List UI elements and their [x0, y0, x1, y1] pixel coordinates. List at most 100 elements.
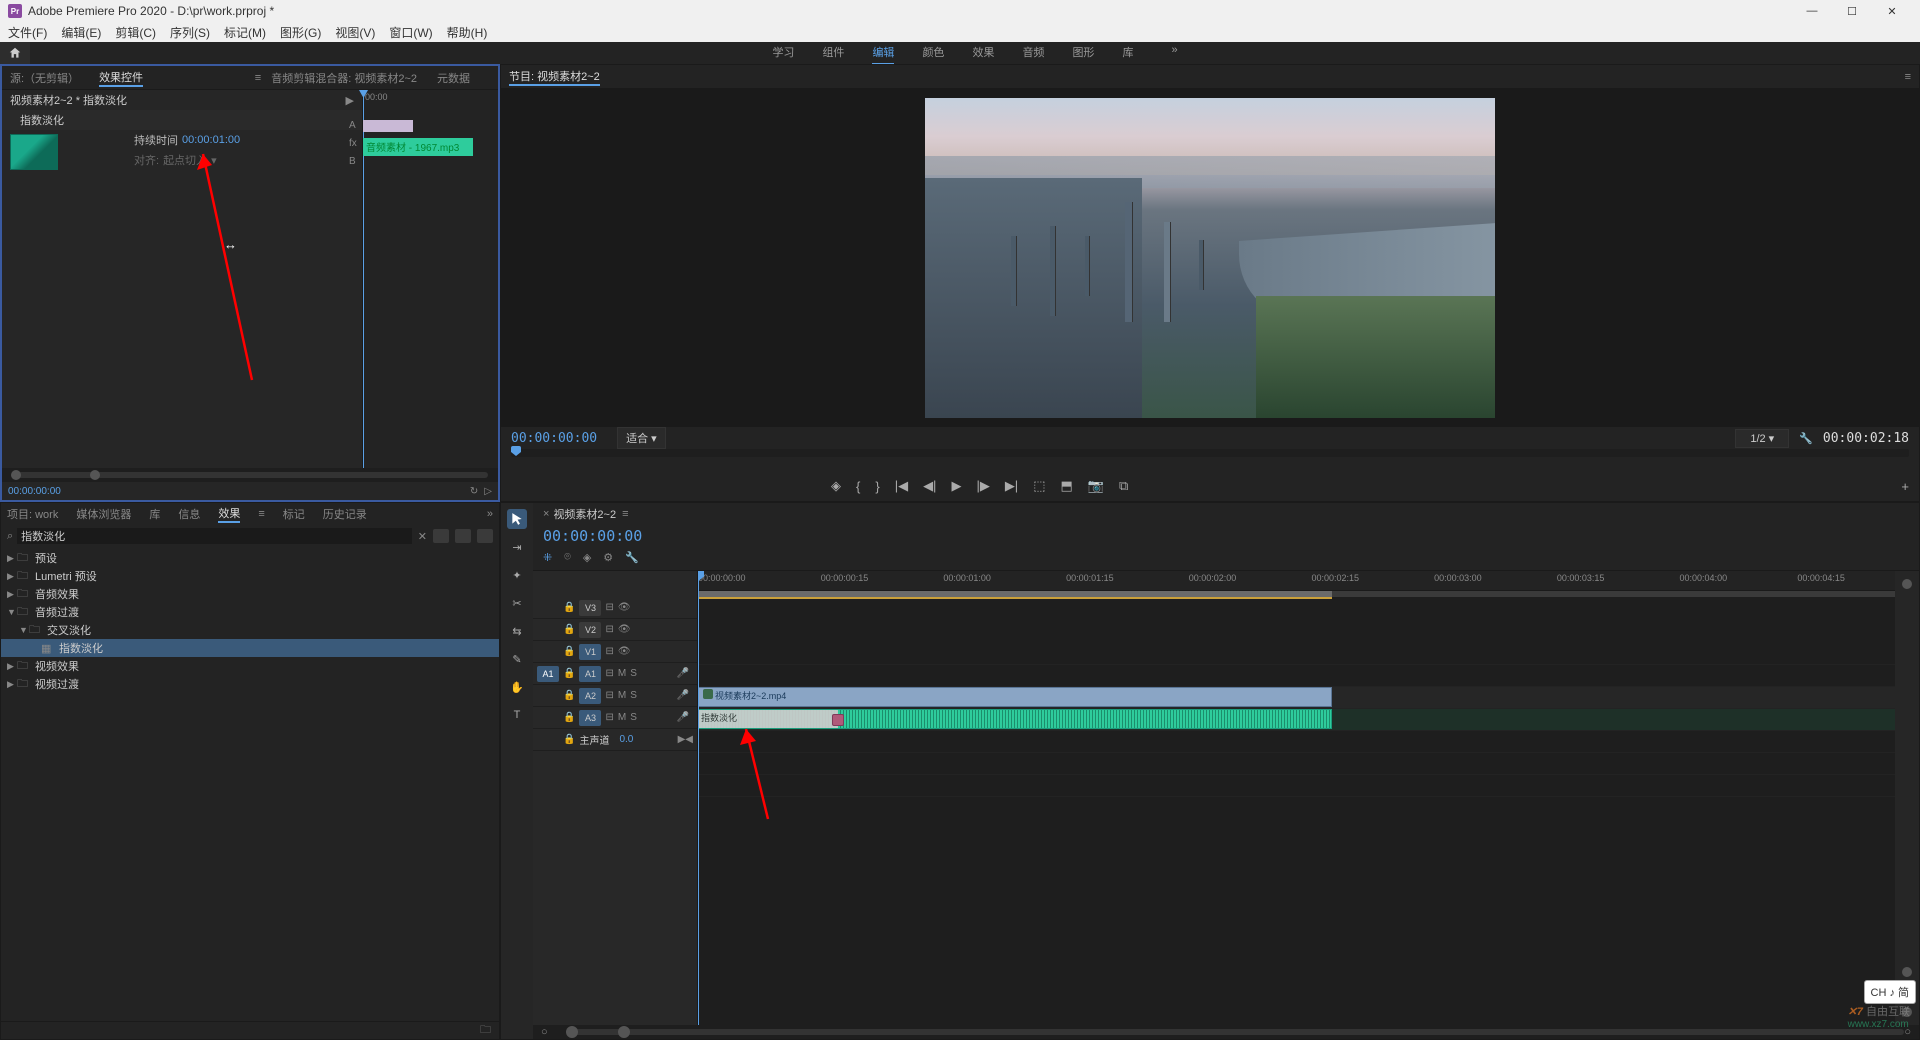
tree-item-视频效果[interactable]: ▶🗀视频效果	[1, 657, 499, 675]
tab-menu-icon[interactable]: ≡	[255, 72, 261, 84]
program-menu-icon[interactable]: ≡	[1905, 71, 1911, 83]
program-viewport[interactable]	[501, 89, 1919, 427]
pen-tool-icon[interactable]: ✎	[507, 649, 527, 669]
ec-loop-icon[interactable]: ↻	[470, 486, 478, 497]
extract-icon[interactable]: ⬒	[1060, 478, 1072, 494]
program-timecode[interactable]: 00:00:00:00	[511, 431, 597, 446]
ws-graphics[interactable]: 图形	[1072, 41, 1094, 65]
mark-out-icon[interactable]: }	[875, 479, 879, 494]
v-zoom-handle-icon[interactable]	[1902, 579, 1912, 589]
track-v3-header[interactable]: 🔒V3⊟👁	[533, 597, 697, 619]
export-frame-icon[interactable]: 📷	[1088, 478, 1104, 494]
hand-tool-icon[interactable]: ✋	[507, 677, 527, 697]
program-resolution-dropdown[interactable]: 1/2 ▾	[1735, 429, 1789, 448]
v-zoom-handle4-icon[interactable]	[1902, 1007, 1912, 1017]
tab-markers[interactable]: 标记	[283, 506, 305, 522]
marker-tool-icon[interactable]: ◈	[583, 551, 591, 564]
step-back-icon[interactable]: ◀|	[923, 478, 936, 494]
track-a2-lane[interactable]	[698, 731, 1895, 753]
track-a1-lane[interactable]: 指数淡化	[698, 709, 1895, 731]
tree-item-视频过渡[interactable]: ▶🗀视频过渡	[1, 675, 499, 693]
tab-libraries[interactable]: 库	[149, 506, 160, 522]
tree-item-音频效果[interactable]: ▶🗀音频效果	[1, 585, 499, 603]
track-select-tool-icon[interactable]: ⇥	[507, 537, 527, 557]
track-v1-lane[interactable]: 视频素材2~2.mp4	[698, 687, 1895, 709]
ws-editing[interactable]: 编辑	[872, 41, 894, 65]
fx-badge-2-icon[interactable]	[455, 529, 471, 543]
track-a3-header[interactable]: 🔒A3⊟MS🎤	[533, 707, 697, 729]
sequence-tab[interactable]: 视频素材2~2	[553, 506, 616, 522]
tab-project[interactable]: 项目: work	[7, 506, 58, 522]
align-dropdown-icon[interactable]: ▾	[211, 154, 217, 167]
track-master-lane[interactable]	[698, 775, 1895, 797]
home-button[interactable]	[0, 42, 30, 64]
new-bin-icon[interactable]: 🗀	[480, 1021, 491, 1040]
razor-tool-icon[interactable]: ✂	[507, 593, 527, 613]
program-scrubber[interactable]	[511, 449, 1909, 457]
tl-zoom-in-icon[interactable]: ○	[1904, 1026, 1911, 1038]
menu-window[interactable]: 窗口(W)	[389, 24, 432, 41]
clear-search-icon[interactable]: ✕	[418, 530, 427, 543]
program-tab[interactable]: 节目: 视频素材2~2	[509, 68, 600, 86]
track-a1-header[interactable]: A1🔒A1⊟MS🎤	[533, 663, 697, 685]
tab-effect-controls[interactable]: 效果控件	[99, 69, 143, 87]
v-zoom-handle3-icon[interactable]	[1902, 987, 1912, 997]
ec-zoom-slider[interactable]	[2, 468, 498, 482]
ripple-tool-icon[interactable]: ✦	[507, 565, 527, 585]
selection-tool-icon[interactable]	[507, 509, 527, 529]
tab-audio-mixer[interactable]: 音频剪辑混合器: 视频素材2~2	[271, 70, 417, 86]
track-master-header[interactable]: 🔒主声道0.0▶◀	[533, 729, 697, 751]
timeline-playhead[interactable]	[698, 571, 699, 1025]
add-button-icon[interactable]: +	[1901, 479, 1909, 494]
settings-icon[interactable]: ⚙	[603, 551, 613, 564]
tree-item-Lumetri 预设[interactable]: ▶🗀Lumetri 预设	[1, 567, 499, 585]
track-v3-lane[interactable]	[698, 643, 1895, 665]
ws-more-button[interactable]: »	[1171, 41, 1177, 65]
menu-graphics[interactable]: 图形(G)	[280, 24, 321, 41]
tl-h-zoom-slider[interactable]	[568, 1029, 1905, 1035]
ws-learn[interactable]: 学习	[772, 41, 794, 65]
mark-in-icon[interactable]: {	[856, 479, 860, 494]
menu-edit[interactable]: 编辑(E)	[61, 24, 101, 41]
ec-mini-timeline[interactable]: 00:00 A fx 音频素材 - 1967.mp3 B	[362, 90, 498, 468]
v-zoom-handle2-icon[interactable]	[1902, 967, 1912, 977]
tree-item-交叉淡化[interactable]: ▼🗀交叉淡化	[1, 621, 499, 639]
menu-clip[interactable]: 剪辑(C)	[115, 24, 156, 41]
fade-duration-handle[interactable]	[832, 714, 844, 726]
audio-transition[interactable]: 指数淡化	[699, 710, 838, 728]
ec-footer-timecode[interactable]: 00:00:00:00	[8, 486, 61, 497]
timeline-tracks[interactable]: 00:00:00:0000:00:00:1500:00:01:0000:00:0…	[698, 571, 1895, 1025]
track-v1-header[interactable]: 🔒V1⊟👁	[533, 641, 697, 663]
add-marker-icon[interactable]: ◈	[831, 478, 841, 494]
tree-item-音频过渡[interactable]: ▼🗀音频过渡	[1, 603, 499, 621]
panel-more-icon[interactable]: »	[487, 508, 493, 520]
audio-clip[interactable]: 指数淡化	[698, 709, 1332, 729]
tree-item-指数淡化[interactable]: ▦指数淡化	[1, 639, 499, 657]
minimize-button[interactable]: —	[1792, 5, 1832, 18]
track-a2-header[interactable]: 🔒A2⊟MS🎤	[533, 685, 697, 707]
maximize-button[interactable]: ☐	[1832, 5, 1872, 18]
video-clip[interactable]: 视频素材2~2.mp4	[698, 687, 1332, 707]
track-v2-header[interactable]: 🔒V2⊟👁	[533, 619, 697, 641]
snap-icon[interactable]: ⁜	[543, 551, 552, 564]
compare-icon[interactable]: ⧉	[1119, 478, 1128, 494]
panel-menu-icon[interactable]: ≡	[258, 508, 264, 520]
settings-wrench-icon[interactable]: 🔧	[1799, 432, 1813, 445]
ws-assembly[interactable]: 组件	[822, 41, 844, 65]
ws-audio[interactable]: 音频	[1022, 41, 1044, 65]
menu-markers[interactable]: 标记(M)	[224, 24, 266, 41]
step-forward-icon[interactable]: |▶	[976, 478, 989, 494]
track-a3-lane[interactable]	[698, 753, 1895, 775]
ec-play-icon[interactable]: ▷	[484, 486, 492, 497]
tree-item-预设[interactable]: ▶🗀预设	[1, 549, 499, 567]
type-tool-icon[interactable]: T	[507, 705, 527, 725]
wrench-icon[interactable]: 🔧	[625, 551, 639, 564]
lift-icon[interactable]: ⬚	[1033, 478, 1045, 494]
timeline-ruler[interactable]: 00:00:00:0000:00:00:1500:00:01:0000:00:0…	[698, 571, 1895, 591]
tab-source[interactable]: 源:（无剪辑）	[10, 70, 79, 86]
play-icon[interactable]: ▶	[951, 478, 961, 494]
ws-effects[interactable]: 效果	[972, 41, 994, 65]
slip-tool-icon[interactable]: ⇆	[507, 621, 527, 641]
timeline-timecode[interactable]: 00:00:00:00	[543, 527, 642, 545]
effects-search-input[interactable]	[17, 528, 412, 544]
